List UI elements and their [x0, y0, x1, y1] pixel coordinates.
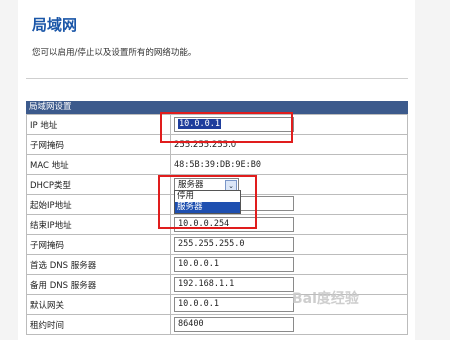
table-row: 首选 DNS 服务器 10.0.0.1 — [26, 254, 408, 275]
lease-time-input[interactable]: 86400 — [174, 317, 294, 332]
end-ip-input[interactable]: 10.0.0.254 — [174, 217, 294, 232]
dhcp-type-selected: 服务器 — [178, 179, 204, 190]
dhcp-subnet-mask-input[interactable]: 255.255.255.0 — [174, 237, 294, 252]
dhcp-subnet-mask-label: 子网掩码 — [26, 234, 171, 255]
mac-address-value: 48:5B:39:DB:9E:B0 — [170, 154, 408, 175]
table-row: 子网掩码 255.255.255.0 — [26, 134, 408, 155]
dhcp-option-disable[interactable]: 停用 — [175, 191, 240, 202]
primary-dns-label: 首选 DNS 服务器 — [26, 254, 171, 275]
table-row: 租约时间 86400 — [26, 314, 408, 335]
ip-address-input[interactable]: 10.0.0.1 — [174, 117, 294, 132]
divider — [26, 78, 408, 79]
lan-settings-header: 局域网设置 — [26, 101, 408, 114]
secondary-dns-label: 备用 DNS 服务器 — [26, 274, 171, 295]
secondary-dns-input[interactable]: 192.168.1.1 — [174, 277, 294, 292]
end-ip-label: 结束IP地址 — [26, 214, 171, 235]
table-row: DHCP类型 服务器 ⌄ 停用 服务器 — [26, 174, 408, 214]
table-row: IP 地址 10.0.0.1 — [26, 114, 408, 135]
primary-dns-input[interactable]: 10.0.0.1 — [174, 257, 294, 272]
dhcp-type-dropdown: 停用 服务器 — [174, 190, 241, 214]
page-description: 您可以启用/停止以及设置所有的网络功能。 — [32, 48, 197, 58]
default-gateway-label: 默认网关 — [26, 294, 171, 315]
start-ip-label: 起始IP地址 — [26, 194, 171, 215]
page-title: 局域网 — [32, 16, 78, 34]
dhcp-option-server[interactable]: 服务器 — [175, 202, 240, 213]
ip-address-label: IP 地址 — [26, 114, 171, 135]
subnet-mask-label: 子网掩码 — [26, 134, 171, 155]
dhcp-type-label: DHCP类型 — [26, 174, 171, 195]
table-row: MAC 地址 48:5B:39:DB:9E:B0 — [26, 154, 408, 175]
mac-address-label: MAC 地址 — [26, 154, 171, 175]
start-ip-input[interactable] — [236, 195, 294, 211]
lease-time-label: 租约时间 — [26, 314, 171, 335]
table-row: 结束IP地址 10.0.0.254 — [26, 214, 408, 235]
ip-address-value: 10.0.0.1 — [178, 119, 221, 129]
default-gateway-input[interactable]: 10.0.0.1 — [174, 297, 294, 312]
subnet-mask-value: 255.255.255.0 — [170, 134, 408, 155]
table-row: 子网掩码 255.255.255.0 — [26, 234, 408, 255]
watermark: Bai度经验 — [292, 291, 359, 307]
